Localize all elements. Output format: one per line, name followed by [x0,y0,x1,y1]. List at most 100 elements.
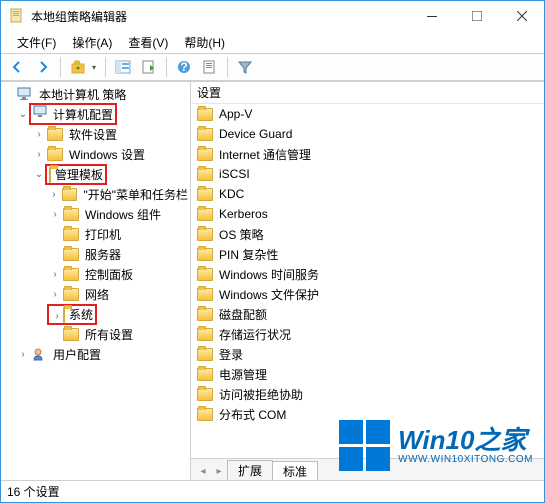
tree-label: 控制面板 [85,266,133,283]
tree-label: 用户配置 [53,346,101,363]
tab-standard[interactable]: 标准 [272,461,318,481]
tab-extended[interactable]: 扩展 [227,460,273,480]
tree-pane[interactable]: 本地计算机 策略 ⌄计算机配置 ›软件设置 ›Windows 设置 ⌄管理模板 … [1,82,191,480]
filter-button[interactable] [233,55,257,79]
folder-icon [63,208,79,221]
menu-file[interactable]: 文件(F) [9,32,64,53]
chevron-down-icon[interactable] [3,88,15,100]
tree-label: Windows 组件 [85,206,161,223]
status-bar: 16 个设置 [1,480,544,502]
minimize-button[interactable] [409,1,454,31]
list-item[interactable]: OS 策略 [191,224,544,244]
folder-icon [197,348,213,361]
close-button[interactable] [499,1,544,31]
chevron-icon[interactable] [49,248,61,260]
help-button[interactable]: ? [172,55,196,79]
item-label: Device Guard [219,127,292,141]
tree-start-menu[interactable]: ›"开始"菜单和任务栏 [3,184,188,204]
chevron-right-icon[interactable]: › [17,348,29,360]
chevron-right-icon[interactable]: › [33,128,45,140]
properties-button[interactable] [198,55,222,79]
details-pane: 设置 App-V Device Guard Internet 通信管理 iSCS… [191,82,544,480]
tree-root[interactable]: 本地计算机 策略 [3,84,188,104]
tree-system[interactable]: › 系统 [3,304,188,324]
chevron-down-icon[interactable]: ⌄ [33,168,45,180]
tree-label: 网络 [85,286,109,303]
tree-control-panel[interactable]: › 控制面板 [3,264,188,284]
tree-network[interactable]: › 网络 [3,284,188,304]
list-item[interactable]: App-V [191,104,544,124]
chevron-icon[interactable] [49,328,61,340]
tree-admin-templates[interactable]: ⌄ 管理模板 [3,164,188,184]
list-item[interactable]: 登录 [191,344,544,364]
tree-servers[interactable]: 服务器 [3,244,188,264]
tree-software-settings[interactable]: ›软件设置 [3,124,188,144]
export-button[interactable] [137,55,161,79]
chevron-right-icon[interactable]: › [33,148,45,160]
up-dropdown-icon[interactable]: ▾ [92,63,100,72]
list-item[interactable]: Device Guard [191,124,544,144]
menu-help[interactable]: 帮助(H) [176,32,233,53]
tree-user-config[interactable]: › 用户配置 [3,344,188,364]
column-header[interactable]: 设置 [191,82,544,104]
chevron-right-icon[interactable]: › [48,188,60,200]
maximize-button[interactable] [454,1,499,31]
tree-windows-settings[interactable]: › Windows 设置 [3,144,188,164]
forward-button[interactable] [31,55,55,79]
list-item[interactable]: Internet 通信管理 [191,144,544,164]
up-button[interactable] [66,55,90,79]
window-title: 本地组策略编辑器 [31,8,409,25]
list-item[interactable]: Windows 文件保护 [191,284,544,304]
tree-label: 打印机 [85,226,121,243]
show-hide-tree-button[interactable] [111,55,135,79]
folder-icon [197,248,213,261]
chevron-right-icon[interactable]: › [49,268,61,280]
folder-icon [197,368,213,381]
column-header-label: 设置 [197,84,221,101]
toolbar-separator [105,57,106,77]
item-label: 登录 [219,346,243,363]
tab-prev-icon[interactable]: ◂ [195,462,211,480]
item-label: 电源管理 [219,366,267,383]
titlebar: 本地组策略编辑器 [1,1,544,31]
list-item[interactable]: Kerberos [191,204,544,224]
highlight-box: › 系统 [47,304,97,325]
folder-icon [197,388,213,401]
list-item[interactable]: 电源管理 [191,364,544,384]
tree-printers[interactable]: 打印机 [3,224,188,244]
folder-icon [63,288,79,301]
chevron-right-icon[interactable]: › [51,310,63,322]
list-item[interactable]: iSCSI [191,164,544,184]
back-button[interactable] [5,55,29,79]
toolbar-separator [60,57,61,77]
tree-label: 管理模板 [55,168,103,182]
list-item[interactable]: 分布式 COM [191,404,544,424]
chevron-down-icon[interactable]: ⌄ [17,108,29,120]
tab-next-icon[interactable]: ▸ [211,462,227,480]
item-label: 分布式 COM [219,406,286,423]
item-label: 磁盘配额 [219,306,267,323]
chevron-right-icon[interactable]: › [49,208,61,220]
menu-view[interactable]: 查看(V) [120,32,176,53]
tree-label: Windows 设置 [69,146,145,163]
list-item[interactable]: Windows 时间服务 [191,264,544,284]
settings-list[interactable]: App-V Device Guard Internet 通信管理 iSCSI K… [191,104,544,458]
tree-label: 系统 [69,308,93,322]
chevron-icon[interactable] [49,228,61,240]
tree-win-components[interactable]: › Windows 组件 [3,204,188,224]
item-label: Kerberos [219,207,268,221]
user-icon [31,347,47,361]
folder-icon [197,108,213,121]
folder-icon [197,188,213,201]
list-item[interactable]: 磁盘配额 [191,304,544,324]
list-item[interactable]: PIN 复杂性 [191,244,544,264]
list-item[interactable]: 存储运行状况 [191,324,544,344]
list-item[interactable]: 访问被拒绝协助 [191,384,544,404]
menu-action[interactable]: 操作(A) [64,32,120,53]
tree-computer-config[interactable]: ⌄计算机配置 [3,104,188,124]
folder-icon [47,128,63,141]
tree-all-settings[interactable]: 所有设置 [3,324,188,344]
item-label: Windows 文件保护 [219,286,319,303]
chevron-right-icon[interactable]: › [49,288,61,300]
list-item[interactable]: KDC [191,184,544,204]
